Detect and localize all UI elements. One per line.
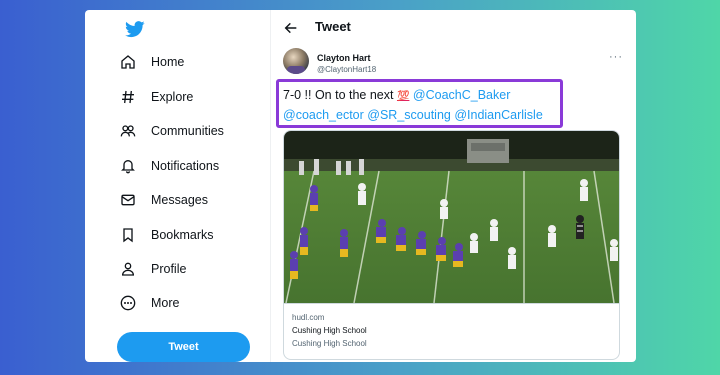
sidebar-item-communities[interactable]: Communities [119, 116, 224, 146]
home-icon [119, 53, 137, 71]
sidebar-item-notifications[interactable]: Notifications [119, 151, 219, 181]
author-handle[interactable]: @ClaytonHart18 [317, 65, 376, 74]
sidebar-item-label: Messages [151, 193, 208, 207]
card-description: Cushing High School [292, 339, 367, 348]
page-title: Tweet [315, 19, 351, 34]
hashtag-icon [119, 88, 137, 106]
sidebar-item-label: Home [151, 55, 185, 69]
more-options-icon[interactable]: ··· [609, 51, 623, 63]
mention-link[interactable]: @coach_ector [283, 108, 364, 122]
tweet-button[interactable]: Tweet [117, 332, 250, 362]
card-info[interactable]: hudl.com Cushing High School Cushing Hig… [284, 303, 619, 359]
tweet-text-prefix: 7-0 !! On to the next [283, 88, 394, 102]
author-name[interactable]: Clayton Hart [317, 53, 371, 63]
sidebar-item-explore[interactable]: Explore [119, 82, 193, 112]
card-title: Cushing High School [292, 326, 367, 335]
sidebar-item-label: Notifications [151, 159, 220, 173]
sidebar-item-label: Bookmarks [151, 228, 214, 242]
communities-icon [119, 122, 137, 140]
mention-link[interactable]: @CoachC_Baker [413, 88, 510, 102]
sidebar-item-more[interactable]: More [119, 288, 179, 318]
bookmark-icon [119, 226, 137, 244]
page-header: Tweet [271, 10, 636, 44]
more-circle-icon [119, 294, 137, 312]
bell-icon [119, 157, 137, 175]
card-domain: hudl.com [292, 313, 325, 322]
sidebar-item-label: Explore [151, 90, 194, 104]
app-window: Home Explore Communities Notifications M [85, 10, 636, 362]
video-thumbnail[interactable] [284, 131, 619, 303]
sidebar-item-profile[interactable]: Profile [119, 254, 186, 284]
sidebar-item-home[interactable]: Home [119, 47, 184, 77]
avatar[interactable] [283, 48, 309, 74]
back-arrow-icon[interactable] [283, 20, 299, 36]
mention-link[interactable]: @SR_scouting [367, 108, 451, 122]
tweet-text: 7-0 !! On to the next 💯 @CoachC_Baker @c… [283, 86, 573, 124]
twitter-bird-icon[interactable] [125, 19, 145, 39]
link-card[interactable]: hudl.com Cushing High School Cushing Hig… [283, 130, 620, 360]
hundred-points-emoji-icon: 💯 [396, 91, 410, 102]
envelope-icon [119, 191, 137, 209]
sidebar-item-label: More [151, 296, 180, 310]
person-icon [119, 260, 137, 278]
sidebar: Home Explore Communities Notifications M [85, 10, 271, 362]
mention-link[interactable]: @IndianCarlisle [454, 108, 542, 122]
sidebar-item-bookmarks[interactable]: Bookmarks [119, 220, 214, 250]
main-column: Tweet Clayton Hart @ClaytonHart18 ··· 7-… [271, 10, 636, 362]
sidebar-item-label: Profile [151, 262, 187, 276]
sidebar-item-label: Communities [151, 124, 224, 138]
sidebar-item-messages[interactable]: Messages [119, 185, 208, 215]
